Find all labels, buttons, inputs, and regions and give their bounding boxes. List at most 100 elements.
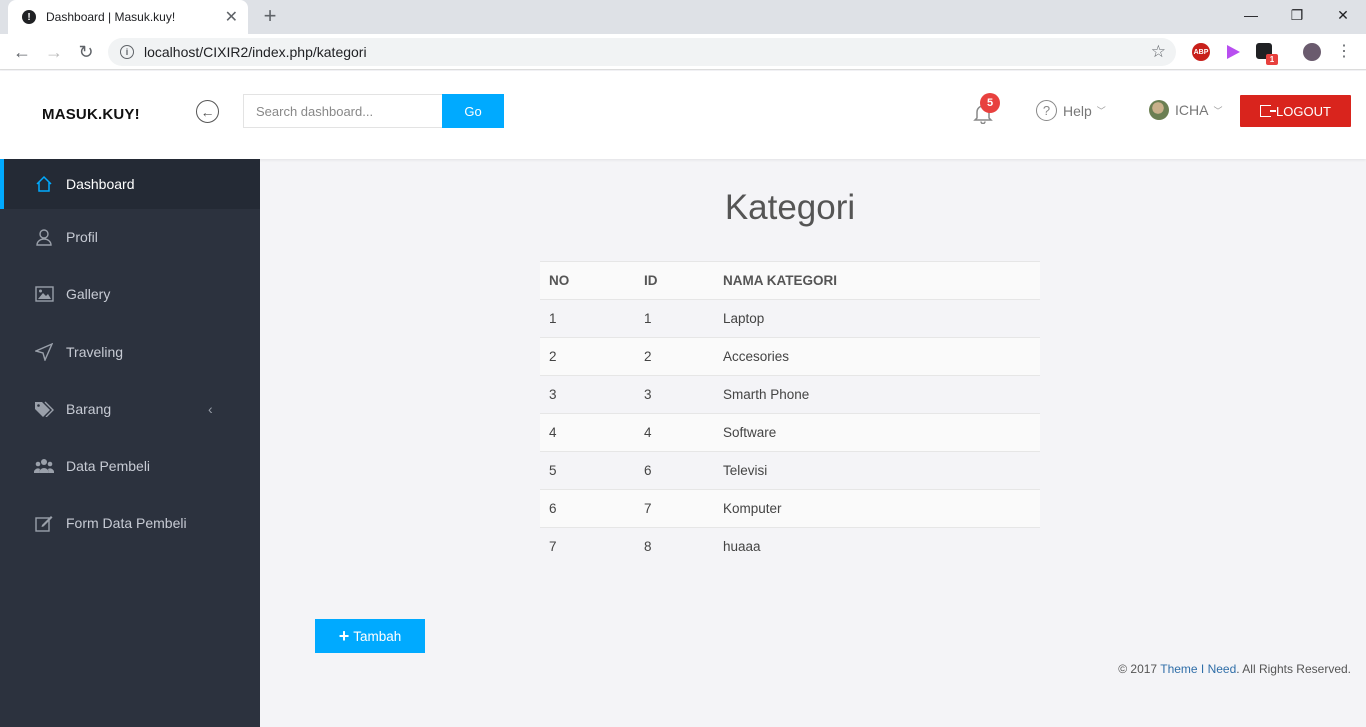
window-close-icon[interactable]: ✕: [1320, 0, 1366, 30]
table-cell: 2: [540, 337, 635, 376]
table-cell: 4: [635, 413, 714, 452]
logout-label: LOGOUT: [1276, 103, 1331, 119]
table-cell: 8: [635, 527, 714, 566]
footer-prefix: © 2017: [1118, 662, 1161, 676]
plus-icon: +: [338, 626, 350, 646]
browser-toolbar: ← → ↻ i localhost/CIXIR2/index.php/kateg…: [0, 34, 1366, 70]
table-cell: huaaa: [714, 527, 1040, 566]
sidebar-item-form-data-pembeli[interactable]: Form Data Pembeli: [0, 498, 260, 548]
sidebar-item-label: Profil: [66, 229, 98, 245]
table-cell: 6: [635, 451, 714, 490]
browser-tabbar: ! Dashboard | Masuk.kuy! ✕ + — ❐ ✕: [0, 0, 1366, 34]
sidebar-item-traveling[interactable]: Traveling: [0, 327, 260, 377]
close-tab-icon[interactable]: ✕: [225, 7, 238, 27]
reload-icon[interactable]: ↻: [74, 40, 98, 64]
collapse-sidebar-icon[interactable]: ←: [196, 100, 219, 123]
sidebar-item-barang[interactable]: Barang ‹: [0, 384, 260, 434]
chevron-left-icon: ‹: [208, 401, 213, 417]
notification-badge: 5: [980, 93, 1000, 113]
sidebar-item-dashboard[interactable]: Dashboard: [0, 159, 260, 209]
edit-icon: [34, 513, 54, 533]
chevron-down-icon: ﹀: [1096, 106, 1106, 116]
alert-icon: !: [22, 10, 36, 24]
table-cell: 3: [540, 375, 635, 414]
table-cell: Komputer: [714, 489, 1040, 528]
sidebar-item-label: Gallery: [66, 286, 111, 302]
app-header: MASUK.KUY! ← Go 5 ? Help ﹀ ICHA ﹀ LOGOUT: [0, 71, 1366, 159]
table-cell: 7: [540, 527, 635, 566]
table-cell: 1: [540, 299, 635, 338]
user-icon: [34, 227, 54, 247]
table-row: 6 7 Komputer: [540, 489, 1040, 528]
back-arrow-icon[interactable]: ←: [10, 40, 34, 64]
restore-icon[interactable]: ❐: [1274, 0, 1320, 30]
url-text: localhost/CIXIR2/index.php/kategori: [144, 44, 367, 60]
sidebar: Dashboard Profil Gallery Traveling Baran…: [0, 159, 260, 727]
page-title: Kategori: [724, 188, 856, 227]
sidebar-item-data-pembeli[interactable]: Data Pembeli: [0, 441, 260, 491]
menu-dots-icon[interactable]: ⋮: [1332, 40, 1356, 64]
logo[interactable]: MASUK.KUY!: [42, 106, 140, 123]
users-icon: [34, 456, 54, 476]
table-row: 1 1 Laptop: [540, 299, 1040, 338]
profile-avatar[interactable]: [1303, 43, 1321, 61]
sidebar-item-profil[interactable]: Profil: [0, 212, 260, 262]
tab-title: Dashboard | Masuk.kuy!: [46, 10, 176, 24]
help-label: Help: [1063, 102, 1092, 119]
table-cell: 1: [635, 299, 714, 338]
column-header: NAMA KATEGORI: [714, 261, 1040, 300]
table-cell: 2: [635, 337, 714, 376]
table-cell: 4: [540, 413, 635, 452]
chevron-down-icon: ﹀: [1213, 105, 1223, 116]
bookmark-star-icon[interactable]: ☆: [1151, 42, 1166, 62]
logout-icon: [1260, 105, 1277, 117]
forward-arrow-icon[interactable]: →: [42, 40, 66, 64]
sidebar-item-label: Data Pembeli: [66, 458, 151, 474]
user-menu[interactable]: ICHA ﹀: [1149, 100, 1222, 120]
help-menu[interactable]: ? Help ﹀: [1036, 100, 1106, 121]
footer: © 2017 Theme I Need. All Rights Reserved…: [1118, 662, 1351, 676]
sidebar-item-gallery[interactable]: Gallery: [0, 269, 260, 319]
logout-button[interactable]: LOGOUT: [1240, 95, 1351, 127]
table-cell: Accesories: [714, 337, 1040, 376]
table-cell: Laptop: [714, 299, 1040, 338]
table-row: 5 6 Televisi: [540, 451, 1040, 490]
info-icon[interactable]: i: [120, 45, 134, 59]
table-cell: 7: [635, 489, 714, 528]
table-row: 4 4 Software: [540, 413, 1040, 452]
column-header: ID: [635, 261, 714, 300]
table-cell: 3: [635, 375, 714, 414]
address-bar[interactable]: i localhost/CIXIR2/index.php/kategori ☆: [108, 38, 1176, 66]
tambah-button[interactable]: + Tambah: [315, 619, 425, 653]
footer-suffix: . All Rights Reserved.: [1236, 662, 1351, 676]
new-tab-icon[interactable]: +: [258, 4, 282, 28]
table-cell: Televisi: [714, 451, 1040, 490]
table-cell: 5: [540, 451, 635, 490]
table-cell: Smarth Phone: [714, 375, 1040, 414]
play-extension-icon[interactable]: [1224, 43, 1242, 61]
home-icon: [34, 174, 54, 194]
kategori-table: NO ID NAMA KATEGORI 1 1 Laptop 2 2 Acces…: [540, 261, 1040, 566]
sidebar-item-label: Traveling: [66, 344, 124, 360]
tags-icon: [34, 399, 54, 419]
go-button[interactable]: Go: [442, 94, 504, 128]
sidebar-item-label: Form Data Pembeli: [66, 515, 187, 531]
avatar: [1149, 100, 1169, 120]
browser-tab[interactable]: ! Dashboard | Masuk.kuy! ✕: [8, 0, 248, 34]
column-header: NO: [540, 261, 635, 300]
adblock-icon[interactable]: ABP: [1192, 43, 1210, 61]
extension-badge: 1: [1266, 54, 1278, 65]
table-header-row: NO ID NAMA KATEGORI: [540, 261, 1040, 300]
table-cell: 6: [540, 489, 635, 528]
table-row: 3 3 Smarth Phone: [540, 375, 1040, 414]
minimize-icon[interactable]: —: [1228, 0, 1274, 30]
send-icon: [34, 342, 54, 362]
footer-link[interactable]: Theme I Need: [1160, 662, 1236, 676]
sidebar-item-label: Dashboard: [66, 176, 135, 192]
user-name: ICHA: [1175, 102, 1209, 118]
search-input[interactable]: [243, 94, 442, 128]
table-cell: Software: [714, 413, 1040, 452]
table-row: 7 8 huaaa: [540, 527, 1040, 566]
table-row: 2 2 Accesories: [540, 337, 1040, 376]
image-icon: [34, 284, 54, 304]
